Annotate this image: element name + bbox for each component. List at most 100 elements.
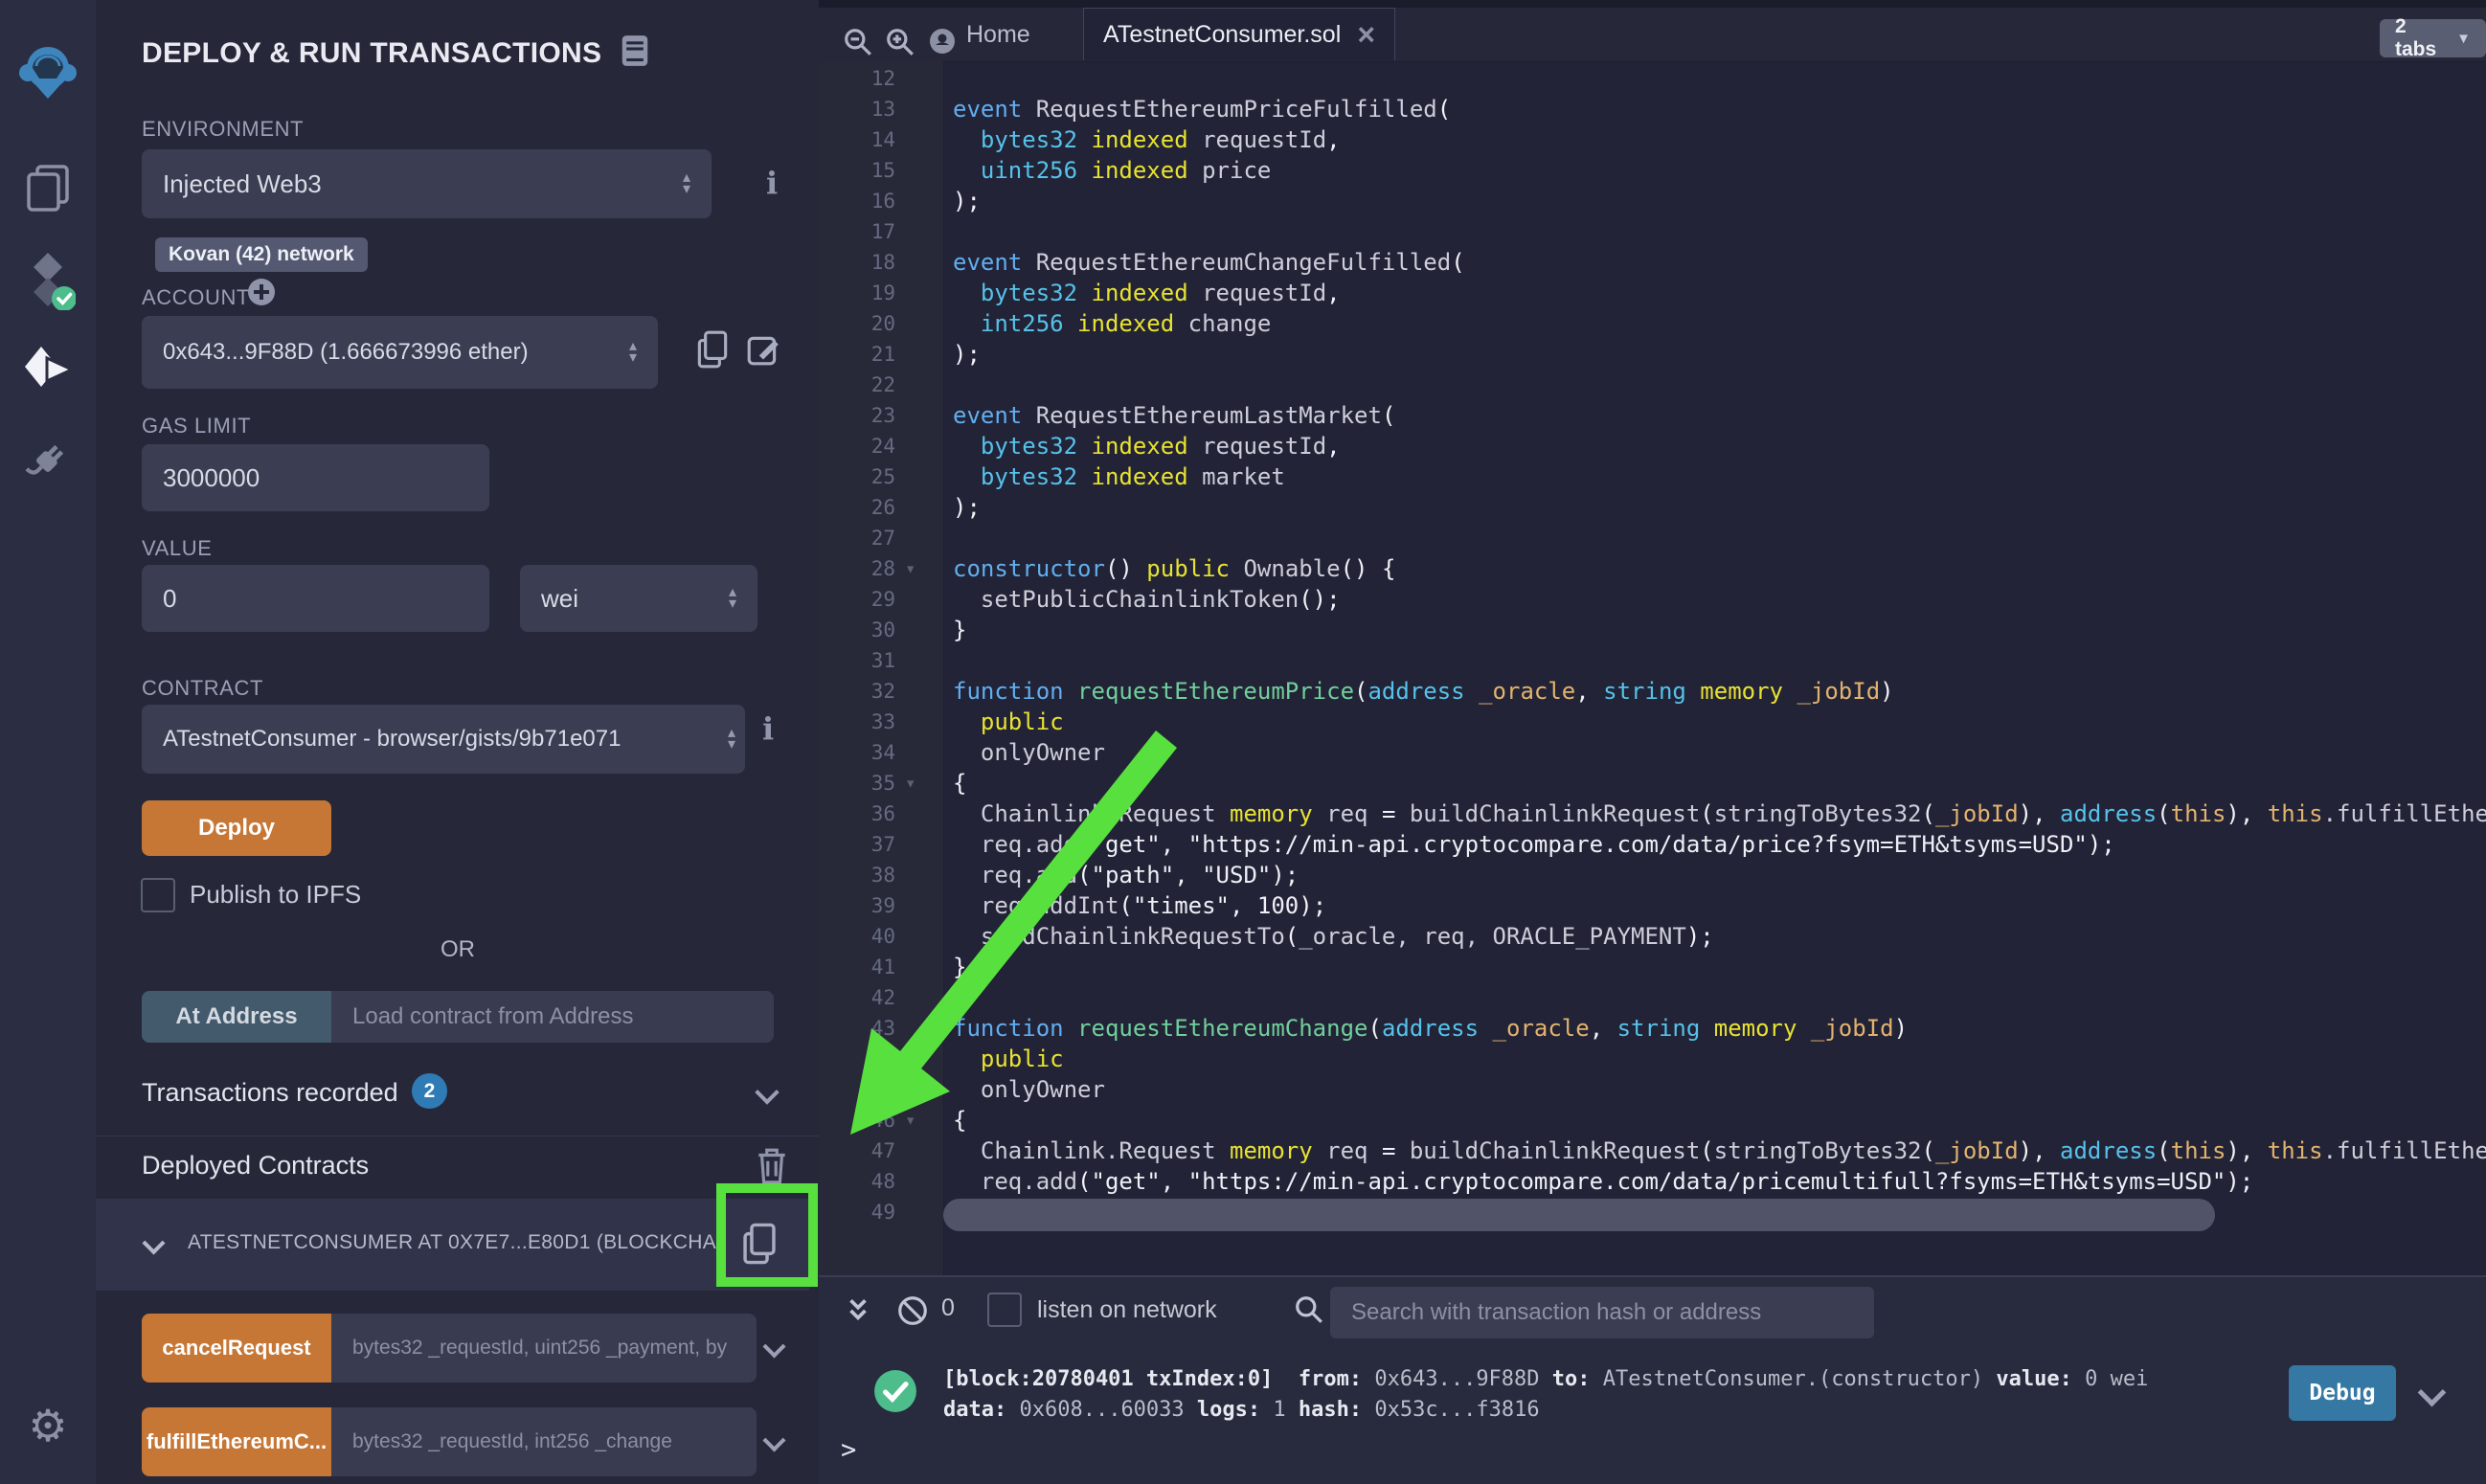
clear-instances-trash-icon[interactable] bbox=[755, 1145, 789, 1190]
select-arrows-icon: ▴▾ bbox=[683, 172, 690, 195]
transactions-expand-chevron-icon[interactable] bbox=[755, 1080, 779, 1104]
settings-gear-icon[interactable]: ⚙ bbox=[28, 1400, 67, 1451]
gas-limit-input[interactable] bbox=[142, 444, 489, 511]
code-line: 23event RequestEthereumLastMarket( bbox=[819, 400, 2486, 431]
terminal-log-line2[interactable]: data: 0x608...60033 logs: 1 hash: 0x53c.… bbox=[943, 1396, 1540, 1425]
terminal-search-icon bbox=[1294, 1294, 1324, 1330]
line-number: 42 bbox=[819, 982, 895, 1013]
line-number: 27 bbox=[819, 523, 895, 553]
file-explorer-icon[interactable] bbox=[21, 161, 75, 219]
tx-details-chevron-icon[interactable] bbox=[2418, 1379, 2447, 1407]
line-number: 45 bbox=[819, 1074, 895, 1105]
code-line: 30} bbox=[819, 615, 2486, 645]
active-tab-label: ATestnetConsumer.sol bbox=[1103, 21, 1341, 49]
deploy-run-icon[interactable] bbox=[20, 343, 76, 401]
tab-home[interactable]: Home bbox=[966, 21, 1030, 49]
clear-console-icon[interactable] bbox=[896, 1294, 929, 1332]
plugin-manager-icon[interactable] bbox=[23, 436, 73, 490]
line-number: 34 bbox=[819, 737, 895, 768]
contract-info-icon[interactable]: i bbox=[762, 710, 774, 747]
code-line: 39 req.addInt("times", 100); bbox=[819, 890, 2486, 921]
network-badge: Kovan (42) network bbox=[155, 237, 368, 272]
horizontal-scrollbar[interactable] bbox=[943, 1199, 2215, 1231]
line-number: 40 bbox=[819, 921, 895, 952]
code-line: 46▾{ bbox=[819, 1105, 2486, 1135]
line-number: 23 bbox=[819, 400, 895, 431]
publish-ipfs-label: Publish to IPFS bbox=[190, 880, 361, 910]
code-line: 17 bbox=[819, 216, 2486, 247]
cancel-request-params-input[interactable] bbox=[331, 1314, 757, 1383]
value-unit-select[interactable]: wei ▴▾ bbox=[520, 565, 757, 632]
solidity-compiler-icon[interactable] bbox=[20, 251, 76, 315]
value-input[interactable] bbox=[142, 565, 489, 632]
code-line: 18event RequestEthereumChangeFulfilled( bbox=[819, 247, 2486, 278]
line-number: 30 bbox=[819, 615, 895, 645]
code-line: 37 req.add("get", "https://min-api.crypt… bbox=[819, 829, 2486, 860]
zoom-in-icon[interactable] bbox=[885, 27, 915, 62]
fold-icon[interactable]: ▾ bbox=[905, 1105, 915, 1135]
remix-ide-window: ⚙ DEPLOY & RUN TRANSACTIONS ENVIRONMENT … bbox=[0, 0, 2486, 1484]
code-line: 35▾{ bbox=[819, 768, 2486, 798]
close-tab-icon[interactable]: × bbox=[1357, 19, 1375, 50]
environment-select[interactable]: Injected Web3 ▴▾ bbox=[142, 149, 712, 218]
line-number: 46 bbox=[819, 1105, 895, 1135]
code-line: 48 req.add("get", "https://min-api.crypt… bbox=[819, 1166, 2486, 1197]
add-account-icon[interactable] bbox=[247, 278, 276, 311]
code-line: 29 setPublicChainlinkToken(); bbox=[819, 584, 2486, 615]
debug-button[interactable]: Debug bbox=[2289, 1365, 2396, 1421]
line-number: 44 bbox=[819, 1044, 895, 1074]
line-number: 41 bbox=[819, 952, 895, 982]
cancel-request-expand-chevron-icon[interactable] bbox=[762, 1335, 785, 1358]
cancel-request-button[interactable]: cancelRequest bbox=[142, 1314, 331, 1383]
instance-expand-chevron-icon[interactable] bbox=[142, 1231, 165, 1254]
line-number: 21 bbox=[819, 339, 895, 370]
tab-atestnetconsumer[interactable]: ATestnetConsumer.sol × bbox=[1083, 8, 1395, 60]
listen-network-checkbox[interactable] bbox=[987, 1293, 1022, 1327]
copy-instance-address-icon[interactable] bbox=[739, 1222, 780, 1270]
code-line: 36 Chainlink.Request memory req = buildC… bbox=[819, 798, 2486, 829]
account-select[interactable]: 0x643...9F88D (1.666673996 ether) ▴▾ bbox=[142, 316, 658, 389]
line-number: 43 bbox=[819, 1013, 895, 1044]
terminal-collapse-icon[interactable] bbox=[843, 1296, 873, 1332]
remix-logo-icon[interactable] bbox=[17, 41, 79, 107]
fold-icon[interactable]: ▾ bbox=[905, 768, 915, 798]
code-line: 21); bbox=[819, 339, 2486, 370]
terminal-prompt[interactable]: > bbox=[841, 1436, 856, 1465]
code-line: 43function requestEthereumChange(address… bbox=[819, 1013, 2486, 1044]
copy-account-icon[interactable] bbox=[694, 329, 731, 374]
publish-ipfs-checkbox[interactable] bbox=[141, 878, 175, 912]
at-address-input[interactable] bbox=[331, 991, 774, 1043]
fulfill-expand-chevron-icon[interactable] bbox=[762, 1428, 785, 1451]
fold-icon[interactable]: ▾ bbox=[905, 553, 915, 584]
environment-info-icon[interactable]: i bbox=[766, 165, 778, 201]
tabs-count-dropdown[interactable]: 2 tabs ▼ bbox=[2380, 19, 2486, 57]
docs-icon[interactable] bbox=[621, 33, 649, 74]
deployed-contract-instance-row[interactable]: ATESTNETCONSUMER AT 0X7E7...E80D1 (BLOCK… bbox=[96, 1199, 809, 1291]
line-number: 28 bbox=[819, 553, 895, 584]
code-line: 44 public bbox=[819, 1044, 2486, 1074]
code-line: 27 bbox=[819, 523, 2486, 553]
code-line: 31 bbox=[819, 645, 2486, 676]
code-line: 19 bytes32 indexed requestId, bbox=[819, 278, 2486, 308]
fulfill-ethereum-change-button[interactable]: fulfillEthereumC... bbox=[142, 1407, 331, 1476]
home-tab-icon[interactable] bbox=[928, 27, 957, 60]
zoom-out-icon[interactable] bbox=[843, 27, 873, 62]
code-line: 38 req.add("path", "USD"); bbox=[819, 860, 2486, 890]
code-line: 41} bbox=[819, 952, 2486, 982]
terminal-log-line1[interactable]: [block:20780401 txIndex:0] from: 0x643..… bbox=[943, 1365, 2148, 1394]
contract-select[interactable]: ATestnetConsumer - browser/gists/9b71e07… bbox=[142, 705, 745, 774]
line-number: 37 bbox=[819, 829, 895, 860]
fulfill-params-input[interactable] bbox=[331, 1407, 757, 1476]
terminal-search-input[interactable] bbox=[1330, 1287, 1874, 1338]
deploy-button[interactable]: Deploy bbox=[142, 800, 331, 856]
code-line: 42 bbox=[819, 982, 2486, 1013]
listen-network-label: listen on network bbox=[1037, 1296, 1217, 1324]
line-number: 22 bbox=[819, 370, 895, 400]
code-line: 12 bbox=[819, 63, 2486, 94]
tabs-count-label: 2 tabs bbox=[2395, 15, 2447, 61]
section-divider bbox=[96, 1135, 819, 1136]
line-number: 48 bbox=[819, 1166, 895, 1197]
line-number: 38 bbox=[819, 860, 895, 890]
at-address-button[interactable]: At Address bbox=[142, 991, 331, 1043]
edit-account-icon[interactable] bbox=[745, 331, 781, 372]
